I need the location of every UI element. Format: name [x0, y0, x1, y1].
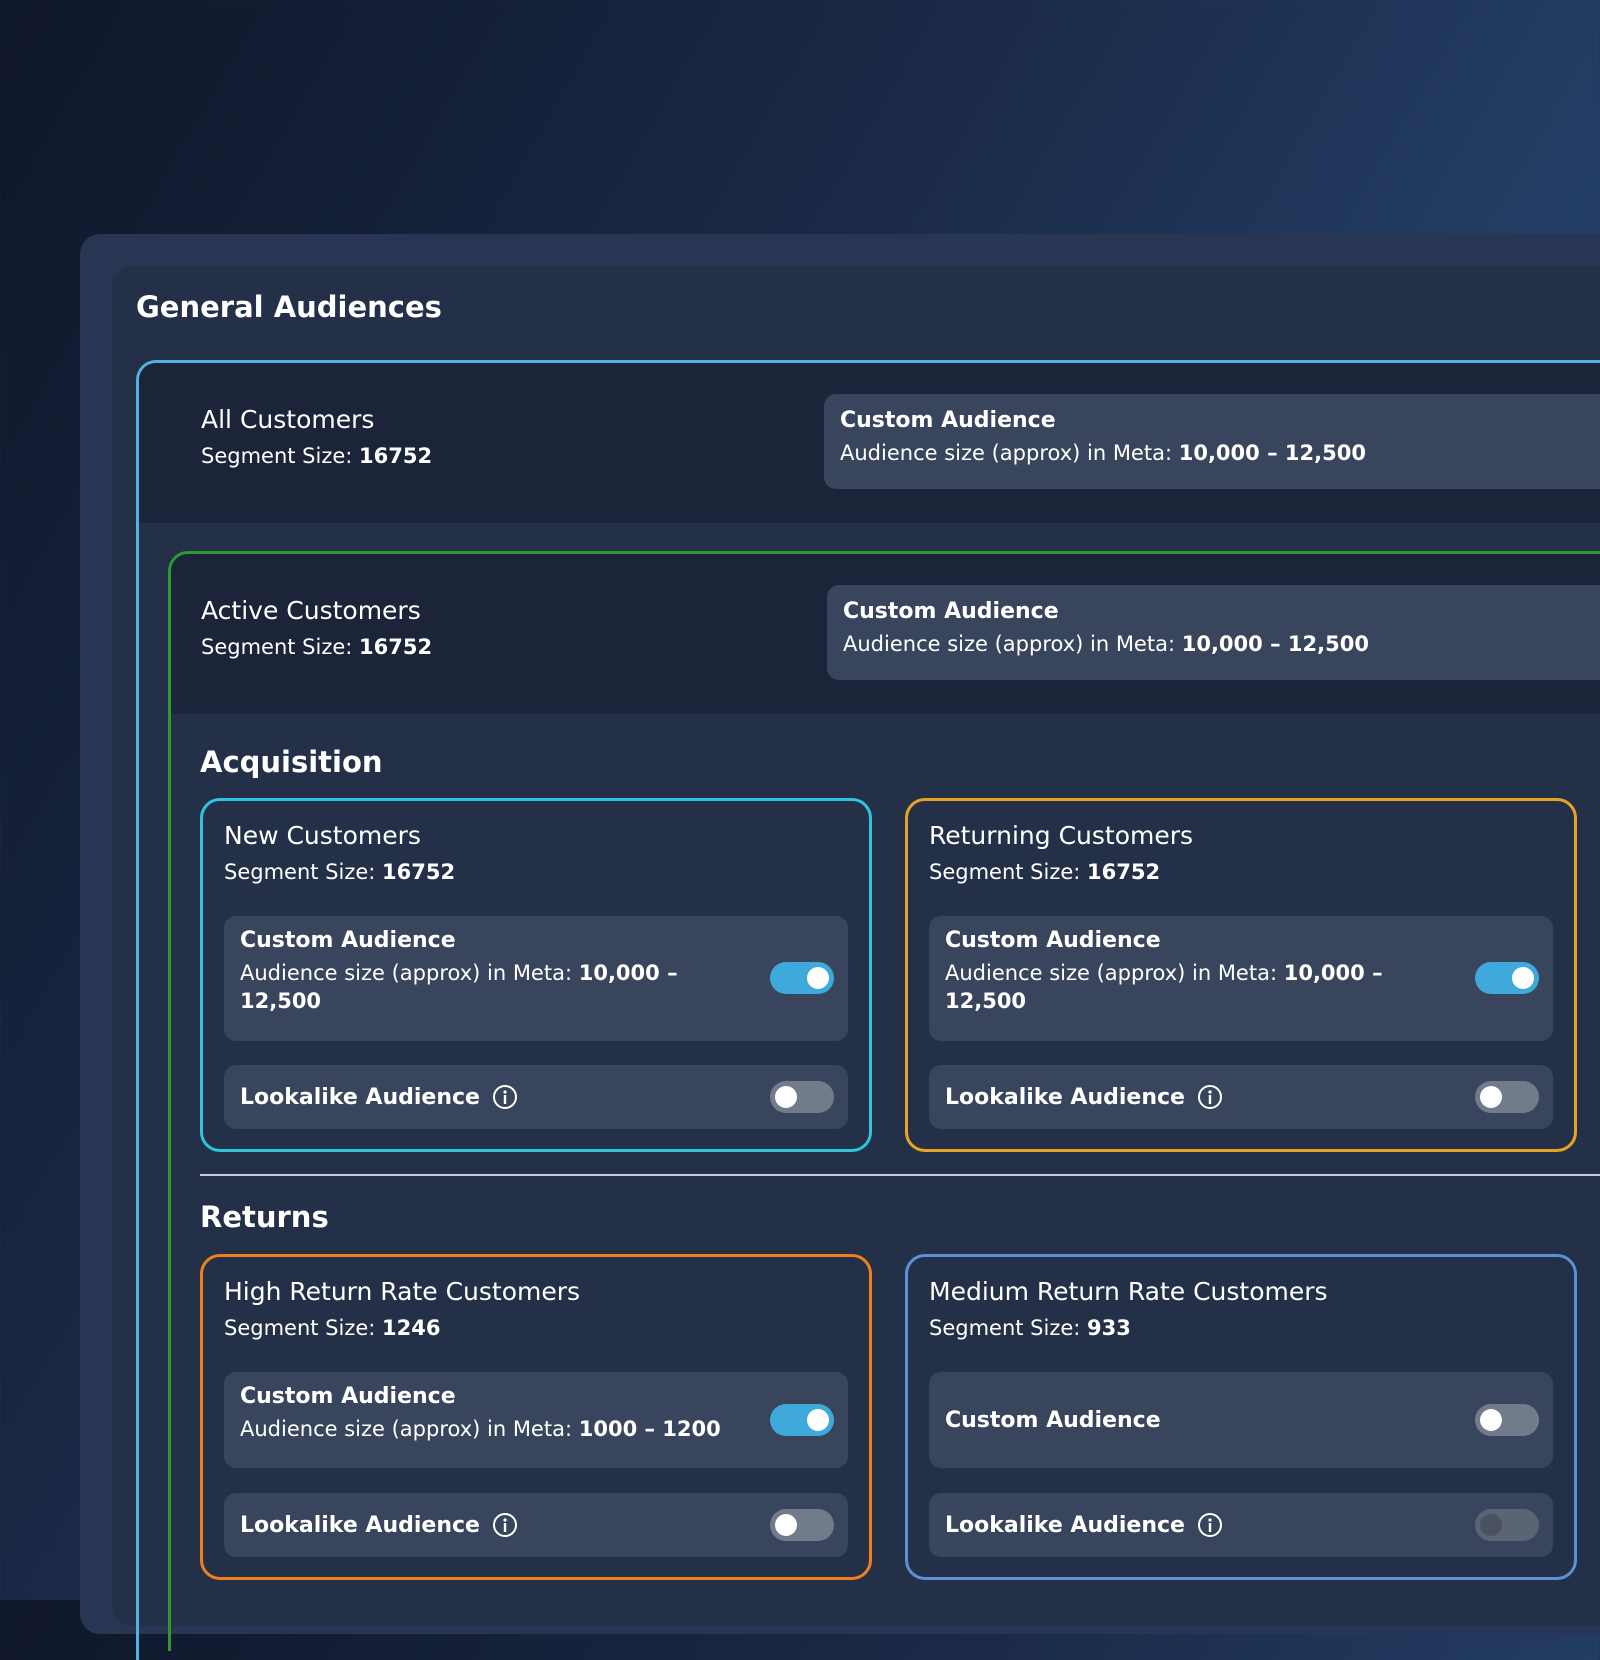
- segment-name: Returning Customers: [929, 821, 1194, 850]
- segment-name: High Return Rate Customers: [224, 1277, 581, 1306]
- custom-audience-label: Custom Audience: [240, 1384, 456, 1409]
- info-circle-icon[interactable]: [1197, 1084, 1223, 1110]
- custom-audience-box: Custom Audience Audience size (approx) i…: [224, 1372, 848, 1468]
- toggle-knob: [1480, 1086, 1502, 1108]
- lookalike-audience-toggle[interactable]: [770, 1509, 834, 1541]
- toggle-knob: [1480, 1514, 1502, 1536]
- custom-audience-toggle[interactable]: [770, 962, 834, 994]
- segment-size: Segment Size: 16752: [201, 635, 433, 659]
- info-circle-icon[interactable]: [492, 1084, 518, 1110]
- segment-size: Segment Size: 16752: [201, 444, 433, 468]
- new-customers-card: New Customers Segment Size: 16752 Custom…: [200, 798, 872, 1152]
- lookalike-audience-toggle[interactable]: [1475, 1509, 1539, 1541]
- audience-size-text: Audience size (approx) in Meta: 10,000 –…: [840, 441, 1366, 465]
- custom-audience-box: Custom Audience Audience size (approx) i…: [224, 916, 848, 1041]
- lookalike-audience-label: Lookalike Audience: [240, 1512, 480, 1538]
- segment-name: New Customers: [224, 821, 421, 850]
- audience-size-text: Audience size (approx) in Meta: 10,000 –…: [945, 961, 1383, 1013]
- audience-size-text: Audience size (approx) in Meta: 10,000 –…: [240, 961, 678, 1013]
- custom-audience-toggle[interactable]: [770, 1404, 834, 1436]
- lookalike-audience-box: Lookalike Audience: [224, 1065, 848, 1129]
- custom-audience-box: Custom Audience Audience size (approx) i…: [827, 585, 1600, 680]
- audience-size-text: Audience size (approx) in Meta: 1000 – 1…: [240, 1417, 721, 1441]
- section-divider: [200, 1174, 1600, 1176]
- lookalike-audience-label: Lookalike Audience: [945, 1512, 1185, 1538]
- lookalike-audience-toggle[interactable]: [770, 1081, 834, 1113]
- returning-customers-card: Returning Customers Segment Size: 16752 …: [905, 798, 1577, 1152]
- info-circle-icon[interactable]: [1197, 1512, 1223, 1538]
- custom-audience-label: Custom Audience: [945, 928, 1161, 953]
- high-return-rate-card: High Return Rate Customers Segment Size:…: [200, 1254, 872, 1580]
- active-customers-row: Active Customers Segment Size: 16752 Cus…: [171, 554, 1600, 714]
- segment-size: Segment Size: 16752: [929, 860, 1161, 884]
- toggle-knob: [775, 1086, 797, 1108]
- all-customers-row: All Customers Segment Size: 16752 Custom…: [139, 363, 1600, 523]
- section-title-acquisition: Acquisition: [200, 745, 383, 779]
- custom-audience-label: Custom Audience: [843, 599, 1059, 624]
- info-circle-icon[interactable]: [492, 1512, 518, 1538]
- toggle-knob: [807, 1409, 829, 1431]
- lookalike-audience-label: Lookalike Audience: [945, 1084, 1185, 1110]
- page-title: General Audiences: [136, 290, 442, 324]
- lookalike-audience-toggle[interactable]: [1475, 1081, 1539, 1113]
- segment-size: Segment Size: 1246: [224, 1316, 441, 1340]
- custom-audience-toggle[interactable]: [1475, 1404, 1539, 1436]
- segment-name: All Customers: [201, 405, 375, 434]
- medium-return-rate-card: Medium Return Rate Customers Segment Siz…: [905, 1254, 1577, 1580]
- segment-size: Segment Size: 933: [929, 1316, 1131, 1340]
- lookalike-audience-box: Lookalike Audience: [224, 1493, 848, 1557]
- segment-name: Medium Return Rate Customers: [929, 1277, 1328, 1306]
- custom-audience-box: Custom Audience: [929, 1372, 1553, 1468]
- custom-audience-toggle[interactable]: [1475, 962, 1539, 994]
- audience-size-text: Audience size (approx) in Meta: 10,000 –…: [843, 632, 1369, 656]
- toggle-knob: [1480, 1409, 1502, 1431]
- custom-audience-label: Custom Audience: [945, 1407, 1161, 1433]
- segment-size: Segment Size: 16752: [224, 860, 456, 884]
- section-title-returns: Returns: [200, 1200, 329, 1234]
- toggle-knob: [1512, 967, 1534, 989]
- lookalike-audience-label: Lookalike Audience: [240, 1084, 480, 1110]
- lookalike-audience-box: Lookalike Audience: [929, 1493, 1553, 1557]
- custom-audience-box: Custom Audience Audience size (approx) i…: [929, 916, 1553, 1041]
- lookalike-audience-box: Lookalike Audience: [929, 1065, 1553, 1129]
- toggle-knob: [807, 967, 829, 989]
- toggle-knob: [775, 1514, 797, 1536]
- custom-audience-box: Custom Audience Audience size (approx) i…: [824, 394, 1600, 489]
- custom-audience-label: Custom Audience: [840, 408, 1056, 433]
- custom-audience-label: Custom Audience: [240, 928, 456, 953]
- segment-name: Active Customers: [201, 596, 421, 625]
